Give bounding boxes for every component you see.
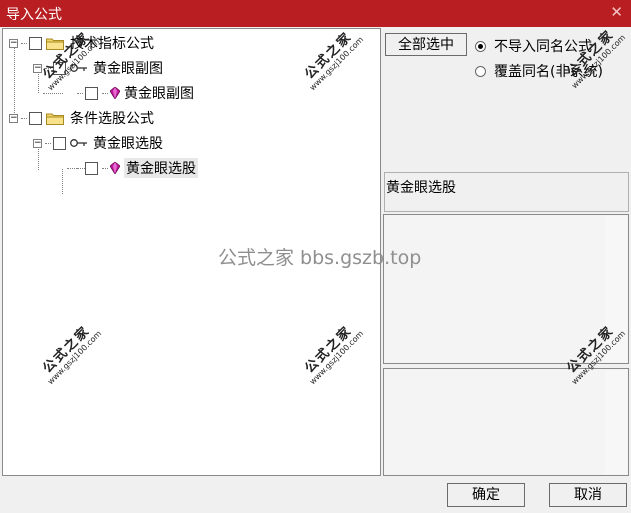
tree-checkbox[interactable] [29,36,42,50]
tree-item-indicator-formulas[interactable]: − 技术指标公式 [9,32,154,54]
formula-name-field: 黄金眼选股 [384,172,629,212]
tree-checkbox[interactable] [85,86,98,100]
tree-checkbox[interactable] [29,111,42,125]
tree-item-hje-screening[interactable]: 黄金眼选股 [57,157,198,179]
gem-icon [110,162,120,174]
tree-item-label: 黄金眼副图 [124,86,194,102]
tree-connector [45,142,51,144]
folder-icon [46,38,64,50]
cancel-button[interactable]: 取消 [549,483,627,507]
key-icon [70,64,87,72]
radio-skip-label: 不导入同名公式 [494,39,592,55]
radio-overwrite-label: 覆盖同名(非系统) [494,64,603,80]
tree-connector [45,67,51,69]
tree-item-label: 黄金眼副图 [93,61,163,77]
formula-tree[interactable]: − 技术指标公式 − 黄金眼副图 黄金眼副图 − 条件选股公式 − 黄金眼选股 … [2,28,381,476]
title-bar: 导入公式 ✕ [0,0,631,27]
tree-item-screening-formulas[interactable]: − 条件选股公式 [9,107,154,129]
tree-item-hje-screening-group[interactable]: − 黄金眼选股 [33,132,163,154]
tree-connector [102,167,108,169]
tree-item-hje-sub-chart[interactable]: 黄金眼副图 [57,82,194,104]
formula-description-box[interactable] [383,214,629,364]
window-title: 导入公式 [6,7,62,23]
close-icon[interactable]: ✕ [610,3,623,21]
tree-checkbox[interactable] [53,61,66,75]
select-all-button[interactable]: 全部选中 [385,33,467,56]
tree-connector [102,92,108,94]
options-panel: 全部选中 不导入同名公式 覆盖同名(非系统) 黄金眼选股 [382,28,631,476]
tree-connector [77,92,83,94]
tree-item-label: 技术指标公式 [70,36,154,52]
ok-button[interactable]: 确定 [447,483,525,507]
button-bar: 确定 取消 [0,477,631,513]
gem-icon [110,87,120,99]
tree-connector [21,117,27,119]
collapse-icon[interactable]: − [33,138,42,148]
tree-checkbox[interactable] [53,136,66,150]
tree-connector [21,42,27,44]
collapse-icon[interactable]: − [9,113,18,123]
folder-icon [46,113,64,125]
scrollbar[interactable] [605,216,627,362]
radio-overwrite-duplicates[interactable]: 覆盖同名(非系统) [475,61,603,81]
tree-item-label: 黄金眼选股 [93,136,163,152]
tree-item-label: 黄金眼选股 [124,158,198,178]
tree-checkbox[interactable] [85,161,98,175]
tree-connector [77,167,83,169]
scrollbar[interactable] [605,370,627,474]
collapse-icon[interactable]: − [33,63,42,73]
radio-skip-duplicates[interactable]: 不导入同名公式 [475,36,592,56]
tree-item-label: 条件选股公式 [70,111,154,127]
radio-dot-icon[interactable] [475,65,486,77]
tree-item-hje-sub-chart-group[interactable]: − 黄金眼副图 [33,57,163,79]
radio-dot-icon[interactable] [475,40,486,52]
collapse-icon[interactable]: − [9,38,18,48]
formula-params-box[interactable] [383,368,629,476]
key-icon [70,139,87,147]
